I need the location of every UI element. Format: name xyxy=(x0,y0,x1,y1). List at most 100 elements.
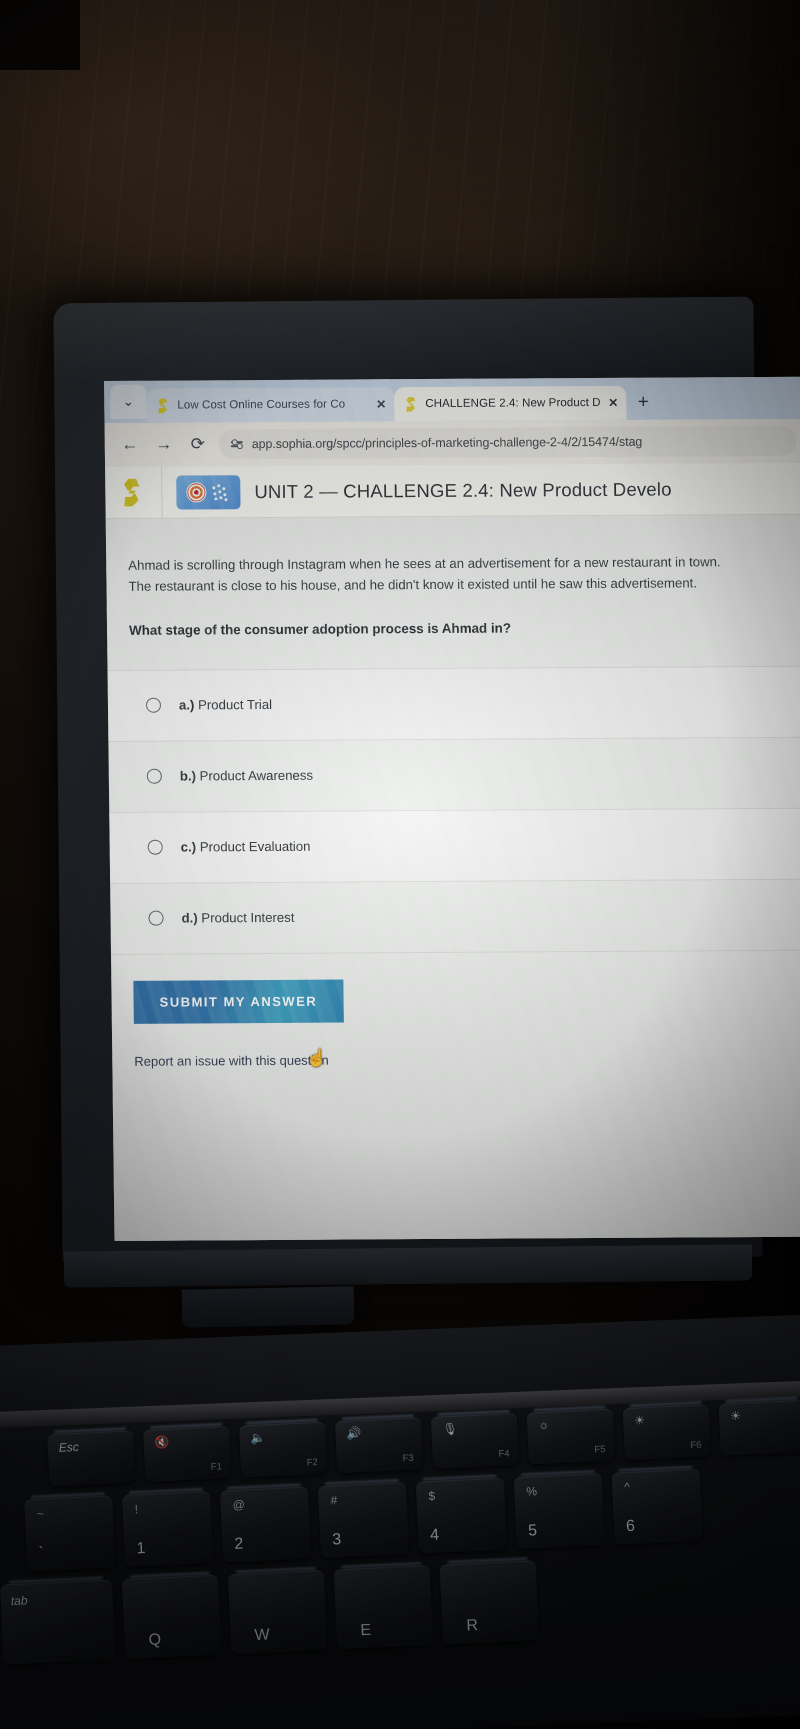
radio-button-b[interactable] xyxy=(146,768,162,784)
header-divider xyxy=(161,466,163,519)
submit-answer-button[interactable]: SUBMIT MY ANSWER xyxy=(133,979,344,1024)
key-shift-label: ~ xyxy=(36,1506,45,1521)
key-label: 2 xyxy=(234,1535,244,1553)
question-scenario-text: Ahmad is scrolling through Instagram whe… xyxy=(128,554,721,595)
back-button[interactable]: ← xyxy=(113,428,147,462)
backlight-icon: ☼ xyxy=(538,1417,550,1433)
close-icon[interactable]: ✕ xyxy=(376,397,386,411)
browser-tab-1[interactable]: Low Cost Online Courses for Co ✕ xyxy=(146,387,395,423)
answer-label-b: b.) Product Awareness xyxy=(180,768,313,784)
key-1[interactable]: ! 1 xyxy=(122,1490,214,1567)
question-wrapper: Ahmad is scrolling through Instagram whe… xyxy=(106,515,800,638)
radio-button-d[interactable] xyxy=(148,910,164,926)
target-icon xyxy=(186,481,207,502)
key-fn-label: F6 xyxy=(690,1439,702,1452)
arrow-right-icon: → xyxy=(155,434,173,454)
key-f6-brightness-down[interactable]: ☀ F6 xyxy=(622,1404,711,1461)
plus-icon: + xyxy=(637,391,649,413)
key-fn-label: F2 xyxy=(306,1457,319,1469)
key-label: E xyxy=(360,1621,372,1640)
answer-text-b: Product Awareness xyxy=(199,767,314,784)
microphone-mute-icon: 🎙 xyxy=(442,1421,458,1437)
answer-option-d[interactable]: d.) Product Interest xyxy=(110,879,800,955)
answer-option-a[interactable]: a.) Product Trial xyxy=(107,666,800,742)
reload-button[interactable]: ⟳ xyxy=(181,427,215,461)
bezel-gloss xyxy=(53,296,755,384)
quiz-content: Ahmad is scrolling through Instagram whe… xyxy=(105,514,800,1241)
radio-button-a[interactable] xyxy=(145,697,162,713)
course-badge-icon xyxy=(176,474,241,510)
key-f1-mute[interactable]: 🔇 F1 xyxy=(143,1426,232,1482)
key-shift-label: ^ xyxy=(623,1479,631,1495)
laptop-screen: ⌄ Low Cost Online Courses for Co ✕ CHALL… xyxy=(104,376,800,1241)
key-esc[interactable]: Esc xyxy=(47,1430,136,1487)
address-bar-url: app.sophia.org/spcc/principles-of-market… xyxy=(251,434,643,452)
page-title: UNIT 2 — CHALLENGE 2.4: New Product Deve… xyxy=(254,478,672,502)
arrow-left-icon: ← xyxy=(121,434,139,454)
key-2[interactable]: @2 xyxy=(219,1486,312,1563)
report-issue-link[interactable]: Report an issue with this question ☝ xyxy=(134,1048,329,1069)
key-r[interactable]: R xyxy=(439,1560,540,1645)
key-label: 5 xyxy=(527,1522,538,1540)
mouse-cursor-pointer-icon: ☝ xyxy=(306,1048,328,1068)
key-3[interactable]: #3 xyxy=(317,1482,410,1559)
key-fn-label: F1 xyxy=(210,1461,223,1473)
key-fn-label: F4 xyxy=(498,1448,510,1460)
question-prompt: What stage of the consumer adoption proc… xyxy=(128,620,512,638)
dots-icon xyxy=(210,482,230,502)
key-4[interactable]: $4 xyxy=(415,1477,507,1554)
close-icon[interactable]: ✕ xyxy=(608,396,618,410)
key-label: R xyxy=(465,1616,479,1635)
key-f7-brightness-up[interactable]: ☀ xyxy=(718,1399,800,1456)
key-label: tab xyxy=(10,1593,28,1609)
key-label: 4 xyxy=(429,1526,440,1545)
tab-title: CHALLENGE 2.4: New Product D xyxy=(425,396,601,411)
answer-option-b[interactable]: b.) Product Awareness xyxy=(108,737,800,813)
key-f5-keyboard-backlight[interactable]: ☼ F5 xyxy=(526,1408,616,1465)
browser-tab-2[interactable]: CHALLENGE 2.4: New Product D ✕ xyxy=(394,385,627,422)
sophia-icon xyxy=(122,478,144,506)
key-5[interactable]: % 5 xyxy=(513,1473,605,1550)
keyboard-letter-row: tab Q W E R xyxy=(0,1560,540,1665)
key-6[interactable]: ^ 6 xyxy=(611,1468,703,1545)
browser-tab-strip: ⌄ Low Cost Online Courses for Co ✕ CHALL… xyxy=(104,376,800,423)
key-shift-label: % xyxy=(526,1484,538,1499)
answer-letter-b: b.) xyxy=(179,768,197,784)
key-label: Q xyxy=(148,1631,162,1649)
key-label: 1 xyxy=(136,1539,146,1558)
key-backtick[interactable]: ~ ` xyxy=(24,1495,116,1572)
speaker-mute-icon: 🔇 xyxy=(154,1434,170,1450)
action-area: SUBMIT MY ANSWER xyxy=(111,950,800,1024)
key-w[interactable]: W xyxy=(227,1569,328,1655)
key-q[interactable]: Q xyxy=(121,1574,222,1659)
speaker-high-icon: 🔊 xyxy=(346,1426,362,1441)
speaker-low-icon: 🔈 xyxy=(250,1430,266,1446)
report-issue-label: Report an issue with this question xyxy=(134,1052,329,1069)
radio-button-c[interactable] xyxy=(147,839,163,855)
key-f3-volume-up[interactable]: 🔊 F3 xyxy=(334,1417,424,1474)
answer-letter-a: a.) xyxy=(178,697,195,713)
course-header: UNIT 2 — CHALLENGE 2.4: New Product Deve… xyxy=(105,462,800,519)
key-fn-label: F5 xyxy=(594,1444,606,1456)
new-tab-button[interactable]: + xyxy=(626,386,660,420)
sophia-logo[interactable] xyxy=(105,478,161,506)
key-label: ` xyxy=(38,1544,45,1562)
key-f4-mic-mute[interactable]: 🎙 F4 xyxy=(430,1412,520,1469)
forward-button[interactable]: → xyxy=(147,428,181,462)
key-label: 6 xyxy=(625,1517,636,1536)
tab-title: Low Cost Online Courses for Co xyxy=(177,398,346,412)
key-label: Esc xyxy=(58,1439,80,1455)
answer-letter-c: c.) xyxy=(180,839,197,855)
key-e[interactable]: E xyxy=(333,1565,434,1650)
answer-text-d: Product Interest xyxy=(201,910,295,926)
laptop-hinge xyxy=(63,1244,753,1288)
key-f2-volume-down[interactable]: 🔈 F2 xyxy=(239,1421,328,1478)
answer-label-a: a.) Product Trial xyxy=(179,697,272,713)
tune-icon[interactable] xyxy=(230,441,243,448)
sophia-icon xyxy=(157,398,170,413)
address-bar[interactable]: app.sophia.org/spcc/principles-of-market… xyxy=(218,425,797,460)
key-tab[interactable]: tab xyxy=(0,1579,116,1665)
tab-search-chevron-icon[interactable]: ⌄ xyxy=(110,384,147,419)
answer-option-c[interactable]: c.) Product Evaluation xyxy=(109,808,800,884)
key-label: 3 xyxy=(331,1531,342,1549)
